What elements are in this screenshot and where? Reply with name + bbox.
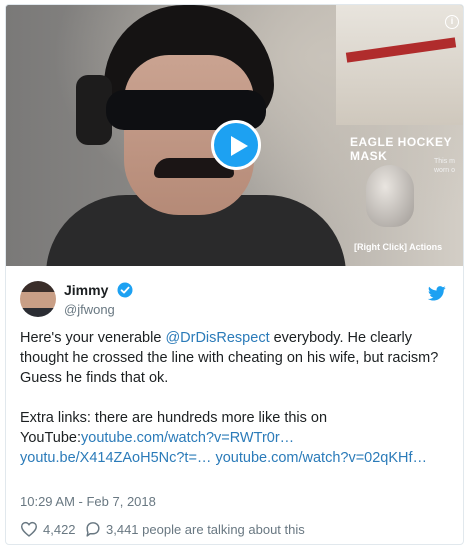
embedded-tweet-card: EAGLE HOCKEY MASK This m worn o [Right C… — [5, 4, 464, 545]
play-icon — [231, 136, 248, 156]
tweet-actions: 4,422 3,441 people are talking about thi… — [20, 520, 450, 540]
verified-badge-icon — [117, 282, 133, 298]
video-streamer-figure — [46, 5, 346, 266]
tweet-header: Jimmy @jfwong — [20, 281, 450, 321]
author-handle[interactable]: @jfwong — [64, 302, 115, 317]
twitter-bird-icon[interactable] — [428, 286, 446, 301]
video-thumbnail[interactable]: EAGLE HOCKEY MASK This m worn o [Right C… — [6, 5, 463, 266]
talking-count[interactable]: 3,441 people are talking about this — [106, 522, 305, 537]
heart-icon[interactable] — [20, 521, 38, 537]
play-button[interactable] — [211, 120, 261, 170]
mention-link[interactable]: @DrDisRespect — [165, 330, 269, 346]
tweet-text: Here's your venerable @DrDisRespect ever… — [20, 328, 448, 468]
info-icon[interactable]: i — [445, 15, 459, 29]
tweet-timestamp[interactable]: 10:29 AM - Feb 7, 2018 — [20, 494, 156, 509]
video-overlay-actions: [Right Click] Actions — [354, 242, 443, 252]
youtube-link-2[interactable]: youtu.be/X414ZAoH5Nc?t=… — [20, 450, 211, 466]
reply-bubble-icon[interactable] — [84, 521, 102, 537]
video-background-window — [336, 5, 463, 125]
author-name[interactable]: Jimmy — [64, 282, 108, 298]
likes-count[interactable]: 4,422 — [43, 522, 76, 537]
youtube-link-1[interactable]: youtube.com/watch?v=RWTr0r… — [81, 430, 294, 446]
avatar[interactable] — [20, 281, 56, 317]
hockey-mask-image — [366, 165, 414, 227]
tweet-text-before: Here's your venerable — [20, 330, 166, 346]
video-overlay-subtext: This m worn o — [434, 158, 456, 174]
youtube-link-3[interactable]: youtube.com/watch?v=02qKHf… — [215, 450, 427, 466]
